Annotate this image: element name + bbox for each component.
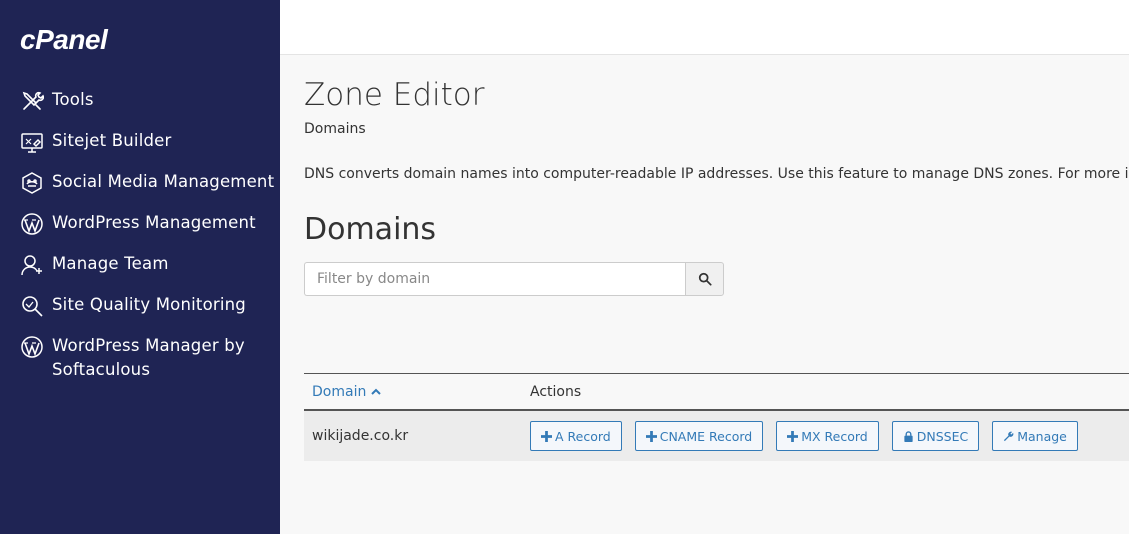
sidebar-item-label: Social Media Management [52,172,275,191]
sidebar-item-wordpress-management[interactable]: WordPress Management [0,211,280,236]
sort-domain-header[interactable]: Domain [304,384,530,400]
domains-table: Domain Actions wikijade.co.kr A Record C… [304,373,1129,461]
sidebar-item-wordpress-manager[interactable]: WordPress Manager by Softaculous [0,334,280,382]
sidebar-item-label: Tools [52,90,94,109]
sidebar-item-sitejet[interactable]: Sitejet Builder [0,129,280,154]
lock-icon [904,430,913,442]
team-icon [20,253,44,277]
sidebar-nav: Tools Sitejet Builder Social Media Manag… [0,88,280,398]
search-input[interactable] [304,262,685,296]
sidebar-item-label: WordPress Manager by Softaculous [52,336,245,379]
sidebar-item-site-quality[interactable]: Site Quality Monitoring [0,293,280,318]
tools-icon [20,89,44,113]
add-mx-record-button[interactable]: MX Record [776,421,879,451]
cpanel-logo[interactable]: cPanel [20,24,108,56]
search-icon [698,272,712,286]
wrench-icon [1004,431,1014,441]
top-bar [280,0,1129,55]
sidebar-item-label: Sitejet Builder [52,131,172,150]
plus-icon [787,430,799,442]
wordpress-icon [20,335,44,359]
magnifier-icon [20,294,44,318]
wordpress-icon [20,212,44,236]
sidebar: cPanel Tools Sitejet Builder Social Medi… [0,0,280,534]
page-description: DNS converts domain names into computer-… [304,166,1129,182]
sidebar-item-label: WordPress Management [52,213,256,232]
page-title: Zone Editor [304,77,485,113]
domain-header-label: Domain [312,383,367,400]
button-label: DNSSEC [916,428,969,444]
sidebar-item-label: Site Quality Monitoring [52,295,246,314]
dnssec-button[interactable]: DNSSEC [891,421,980,451]
plus-icon [645,430,657,442]
sidebar-item-manage-team[interactable]: Manage Team [0,252,280,277]
sitejet-icon [20,130,44,154]
search-button[interactable] [685,262,724,296]
manage-button[interactable]: Manage [992,421,1078,451]
sidebar-item-social-media[interactable]: Social Media Management [0,170,280,195]
table-row: wikijade.co.kr A Record CNAME Record MX … [304,411,1129,461]
button-label: A Record [555,428,611,444]
button-label: Manage [1017,428,1067,444]
actions-cell: A Record CNAME Record MX Record DNSSEC M… [530,421,1091,451]
add-a-record-button[interactable]: A Record [530,421,622,451]
breadcrumb: Domains [304,121,366,137]
actions-header: Actions [530,383,582,400]
add-cname-record-button[interactable]: CNAME Record [634,421,764,451]
section-title: Domains [304,212,437,247]
plus-icon [541,430,552,442]
chevron-up-icon [371,388,382,395]
search-group [304,262,724,296]
button-label: MX Record [801,428,868,444]
table-header: Domain Actions [304,373,1129,411]
social-media-icon [20,171,44,195]
domain-cell: wikijade.co.kr [312,428,409,444]
sidebar-item-label: Manage Team [52,254,169,273]
button-label: CNAME Record [659,428,753,444]
sidebar-item-tools[interactable]: Tools [0,88,280,113]
